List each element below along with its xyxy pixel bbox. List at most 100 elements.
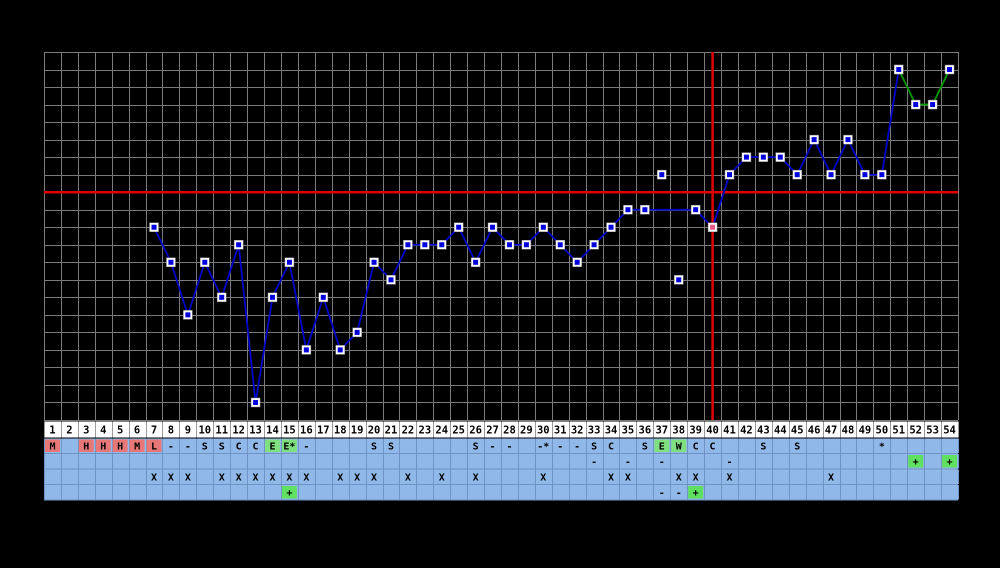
obs-cell: S	[760, 442, 766, 453]
obs-cell: -	[490, 442, 496, 453]
data-point-core	[743, 154, 749, 160]
obs-cell: C	[693, 442, 699, 453]
obs-cell: E	[269, 442, 275, 453]
day-label: 45	[791, 425, 804, 437]
obs-cell: -	[574, 442, 580, 453]
obs-cell: X	[269, 473, 275, 484]
data-point-core	[202, 259, 208, 265]
obs-cell: S	[591, 442, 597, 453]
day-label: 33	[588, 425, 601, 437]
day-label: 54	[943, 425, 956, 437]
obs-cell: C	[236, 442, 242, 453]
data-point-core	[930, 102, 936, 108]
day-label: 8	[168, 425, 174, 437]
obs-cell: -	[168, 442, 174, 453]
day-label: 32	[571, 425, 584, 437]
day-label: 51	[892, 425, 905, 437]
obs-cell: +	[913, 457, 919, 468]
data-point-core	[506, 242, 512, 248]
day-label: 4	[100, 425, 106, 437]
data-point-core	[286, 259, 292, 265]
obs-cell: S	[473, 442, 479, 453]
day-label: 23	[419, 425, 432, 437]
obs-cell: X	[540, 473, 546, 484]
obs-cell: X	[371, 473, 377, 484]
fertility-chart: 1 2 3 4 5 6 7 8 9 10 11 12 13 14 15 16 17 18 19 20 21 22 23 24 2…	[0, 0, 1000, 568]
obs-cell: H	[100, 442, 106, 453]
day-label: 13	[249, 425, 262, 437]
obs-cell: -	[557, 442, 563, 453]
obs-cell: S	[642, 442, 648, 453]
obs-cell: X	[473, 473, 479, 484]
data-point-core	[727, 172, 732, 178]
data-point-core	[862, 172, 868, 178]
day-label: 40	[706, 425, 719, 437]
data-point-core	[371, 259, 377, 265]
data-point-core	[320, 294, 326, 300]
data-point-core	[337, 347, 343, 353]
obs-cell: H	[83, 442, 89, 453]
obs-cell: X	[608, 473, 614, 484]
obs-cell: +	[286, 488, 292, 499]
obs-cell: X	[828, 473, 834, 484]
day-label: 12	[232, 425, 245, 437]
data-point-core	[625, 207, 631, 213]
day-label: 30	[537, 425, 550, 437]
day-label: 19	[351, 425, 364, 437]
day-label: 28	[503, 425, 516, 437]
data-point-core	[388, 277, 394, 283]
data-point-core	[303, 347, 309, 353]
data-point-core	[811, 137, 817, 143]
day-label: 42	[740, 425, 753, 437]
day-label: 14	[266, 425, 279, 437]
day-label: 43	[757, 425, 770, 437]
day-label: 38	[672, 425, 685, 437]
data-point-core	[540, 224, 546, 230]
day-label: 11	[215, 425, 228, 437]
day-label: 37	[655, 425, 668, 437]
obs-cell: -	[185, 442, 191, 453]
data-point-core	[845, 137, 851, 143]
obs-cell: C	[710, 442, 716, 453]
data-point-core	[473, 259, 479, 265]
obs-cell: *	[879, 442, 885, 453]
obs-cell: X	[625, 473, 631, 484]
obs-cell: -	[726, 457, 732, 468]
obs-cell: E*	[283, 442, 295, 453]
day-label: 29	[520, 425, 533, 437]
day-label: 35	[622, 425, 635, 437]
day-label: 41	[723, 425, 736, 437]
data-point-core	[422, 242, 428, 248]
data-point-core	[236, 242, 242, 248]
data-point-core	[253, 399, 259, 405]
data-point-core	[642, 207, 648, 213]
obs-cell: M	[134, 442, 140, 453]
obs-cell: H	[117, 442, 123, 453]
day-label: 1	[49, 425, 55, 437]
obs-cell: +	[693, 488, 699, 499]
data-point-core	[591, 242, 597, 248]
obs-cell: X	[726, 473, 732, 484]
obs-cell: X	[286, 473, 292, 484]
data-point-core	[523, 242, 529, 248]
obs-cell: X	[236, 473, 242, 484]
day-label: 47	[825, 425, 838, 437]
data-point-core	[760, 154, 766, 160]
data-point-core	[693, 207, 699, 213]
obs-cell: -*	[537, 442, 549, 453]
obs-cell: X	[676, 473, 682, 484]
data-point-isolated-core	[659, 172, 665, 178]
data-point-core	[896, 67, 902, 73]
data-point-core	[405, 242, 411, 248]
data-point-core	[557, 242, 563, 248]
obs-cell: X	[439, 473, 445, 484]
day-label: 20	[368, 425, 381, 437]
data-point-core	[777, 154, 783, 160]
day-label: 39	[689, 425, 702, 437]
data-point-core	[456, 224, 462, 230]
day-label: 46	[808, 425, 821, 437]
obs-cell: X	[168, 473, 174, 484]
obs-cell: X	[253, 473, 259, 484]
day-label: 53	[926, 425, 939, 437]
data-point-core	[608, 224, 614, 230]
